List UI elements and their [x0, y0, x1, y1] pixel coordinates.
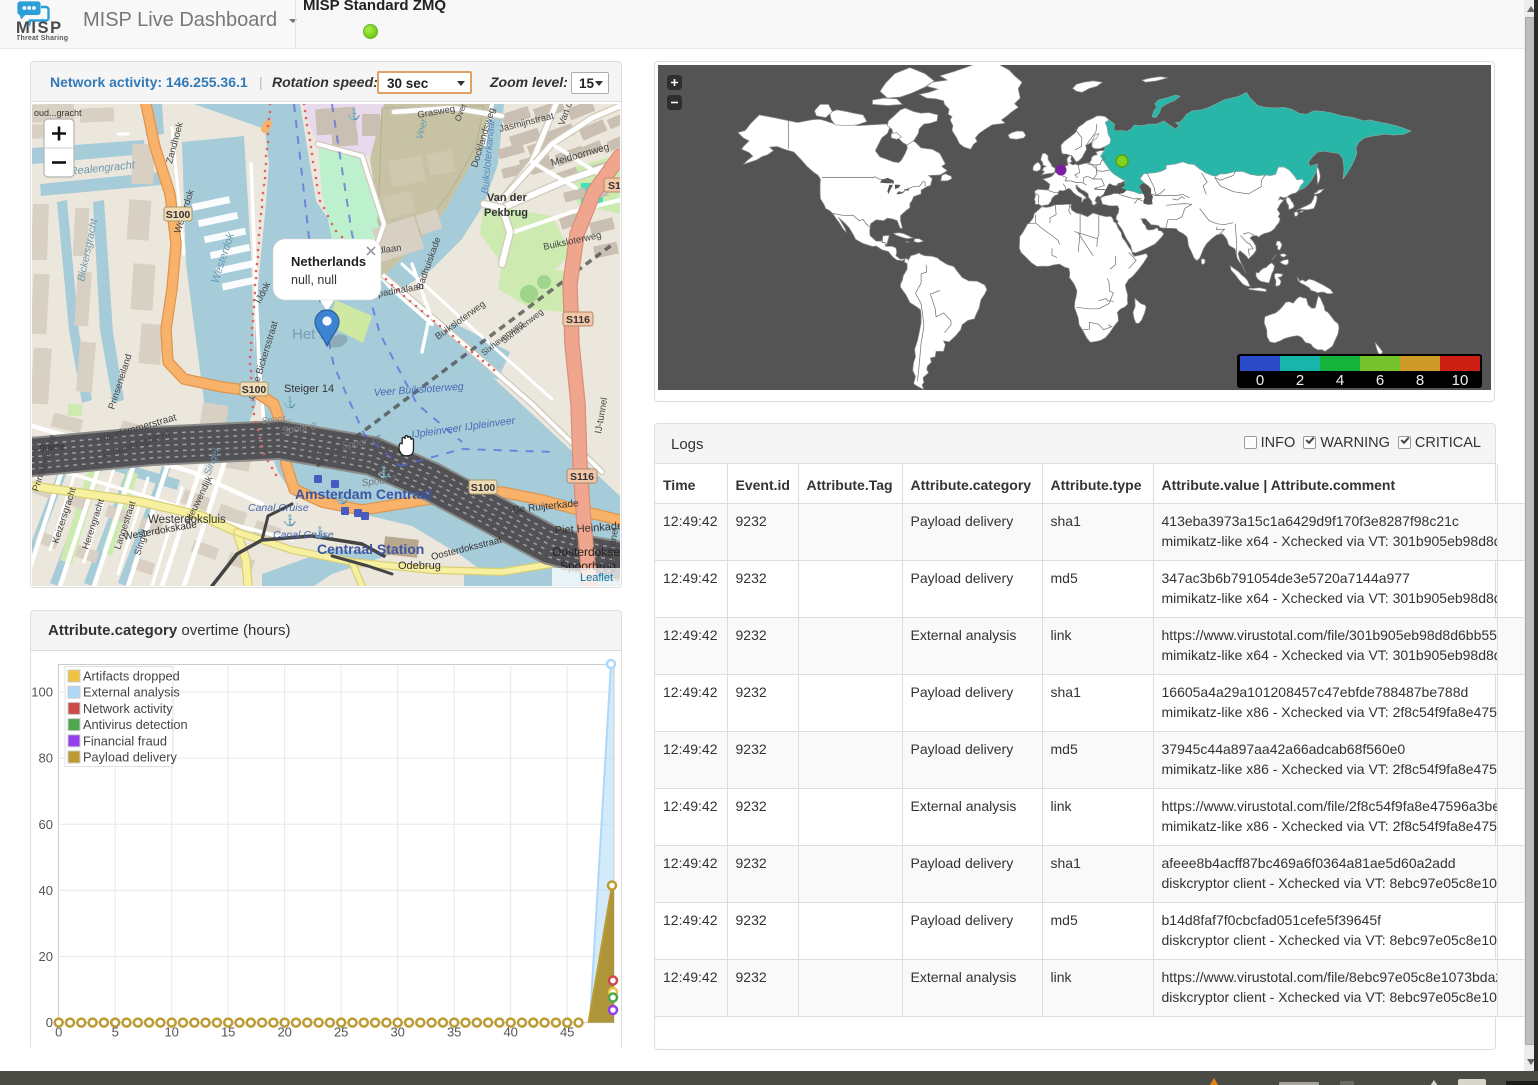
svg-text:Van der: Van der [487, 192, 527, 204]
svg-text:oud...gracht: oud...gracht [34, 108, 82, 118]
svg-text:Artifacts dropped: Artifacts dropped [83, 669, 180, 684]
svg-text:100: 100 [31, 685, 53, 700]
svg-text:2: 2 [1296, 372, 1304, 389]
svg-text:6: 6 [1376, 372, 1384, 389]
svg-text:4: 4 [1336, 372, 1344, 389]
svg-text:Canal Cruise: Canal Cruise [273, 529, 334, 541]
svg-text:40: 40 [39, 883, 53, 898]
svg-text:S11: S11 [608, 180, 620, 192]
svg-text:8: 8 [1416, 372, 1424, 389]
svg-text:Antivirus detection: Antivirus detection [83, 717, 188, 732]
svg-text:⚓: ⚓ [283, 396, 297, 409]
svg-text:80: 80 [39, 751, 53, 766]
svg-text:Centraal Station: Centraal Station [317, 541, 424, 557]
svg-text:Canal Cruise: Canal Cruise [248, 502, 309, 514]
svg-text:Leaflet: Leaflet [580, 572, 613, 584]
svg-text:S116: S116 [570, 471, 594, 483]
svg-text:0: 0 [46, 1015, 53, 1030]
svg-text:Network activity: Network activity [83, 701, 173, 716]
svg-text:Netherlands: Netherlands [291, 254, 366, 269]
svg-text:null, null: null, null [291, 273, 337, 287]
svg-text:60: 60 [39, 817, 53, 832]
svg-text:...gracht: ...gracht [32, 442, 65, 452]
svg-text:0: 0 [1256, 372, 1264, 389]
svg-text:S100: S100 [242, 384, 267, 396]
svg-text:10: 10 [1452, 372, 1469, 389]
svg-text:Steiger 14: Steiger 14 [284, 383, 334, 395]
svg-text:Pekbrug: Pekbrug [484, 207, 528, 219]
svg-text:⚓: ⚓ [347, 108, 361, 121]
svg-text:S100: S100 [166, 209, 191, 221]
svg-text:S100: S100 [471, 482, 496, 494]
svg-text:20: 20 [39, 949, 53, 964]
svg-text:Financial fraud: Financial fraud [83, 733, 167, 748]
svg-text:⚓: ⚓ [283, 514, 297, 527]
svg-text:External analysis: External analysis [83, 685, 180, 700]
svg-text:Payload delivery: Payload delivery [83, 750, 177, 765]
svg-text:S116: S116 [566, 314, 590, 326]
svg-text:Threat Sharing: Threat Sharing [17, 35, 68, 42]
